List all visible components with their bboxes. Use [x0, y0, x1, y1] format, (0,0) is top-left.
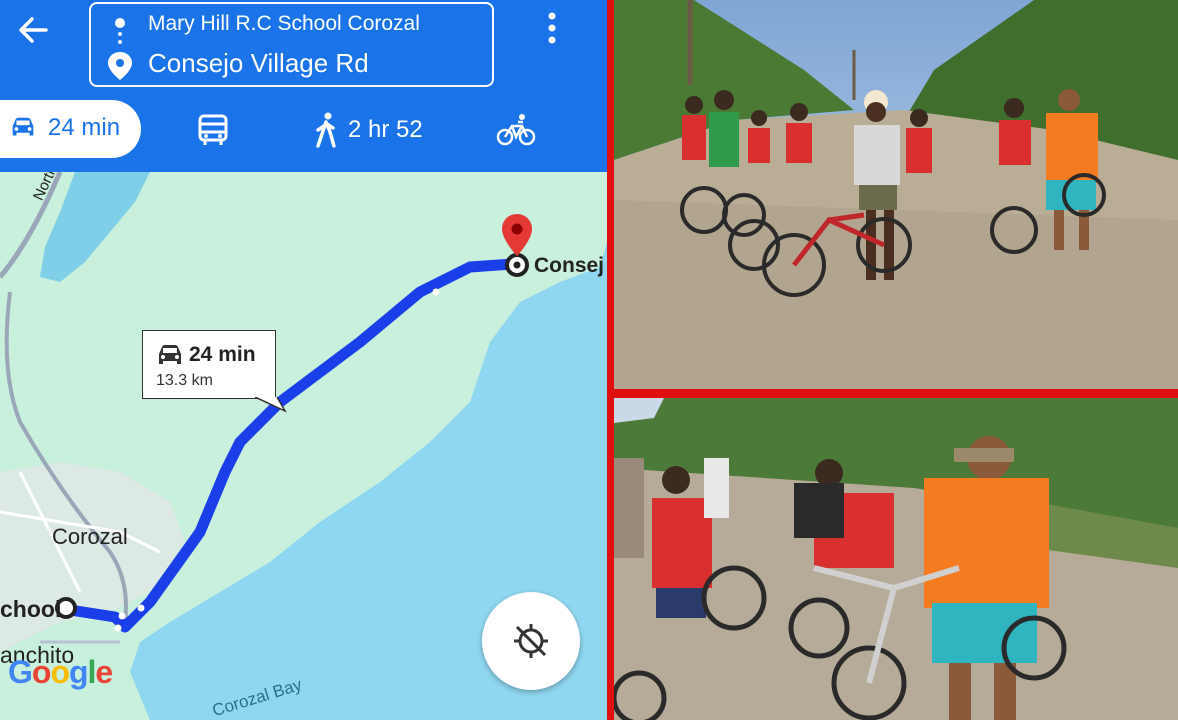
drive-time: 24 min — [48, 114, 121, 141]
travel-mode-tabs: 24 min 2 hr 52 — [0, 100, 607, 160]
route-inputs[interactable]: Mary Hill R.C School Corozal Consejo Vil… — [89, 2, 494, 87]
car-icon — [12, 117, 34, 136]
destination-label: Consej — [534, 254, 605, 277]
tab-walk[interactable]: 2 hr 52 — [310, 108, 450, 152]
route-callout[interactable]: 24 min 13.3 km — [142, 330, 276, 399]
maps-app-screenshot: Northern Consej Corozal chool anchito Co… — [0, 0, 607, 720]
bus-icon[interactable] — [195, 112, 231, 148]
tab-drive[interactable]: 24 min — [0, 100, 141, 158]
walk-time: 2 hr 52 — [348, 116, 423, 143]
callout-pointer — [255, 397, 287, 413]
group-cyclists-photo — [614, 0, 1178, 389]
back-arrow-icon[interactable] — [16, 12, 52, 48]
location-pin-icon — [108, 52, 132, 80]
route-connector-icon — [118, 32, 122, 44]
walk-icon — [316, 112, 336, 148]
callout-time: 24 min — [189, 343, 256, 366]
location-off-icon — [514, 624, 548, 658]
more-options-icon[interactable] — [538, 10, 566, 46]
directions-header: Mary Hill R.C School Corozal Consejo Vil… — [0, 0, 607, 172]
origin-label: chool — [0, 596, 62, 622]
origin-dot-icon — [115, 18, 125, 28]
town-label: Corozal — [52, 524, 128, 549]
my-location-button[interactable] — [482, 592, 580, 690]
destination-pin-icon — [502, 214, 532, 256]
adults-helping-children-bikes-photo — [614, 398, 1178, 720]
google-logo: Google — [8, 654, 113, 690]
destination-field[interactable]: Consejo Village Rd — [148, 48, 369, 79]
bike-icon[interactable] — [496, 112, 536, 148]
car-icon — [159, 345, 181, 364]
origin-field[interactable]: Mary Hill R.C School Corozal — [148, 12, 420, 36]
callout-distance: 13.3 km — [156, 372, 213, 389]
